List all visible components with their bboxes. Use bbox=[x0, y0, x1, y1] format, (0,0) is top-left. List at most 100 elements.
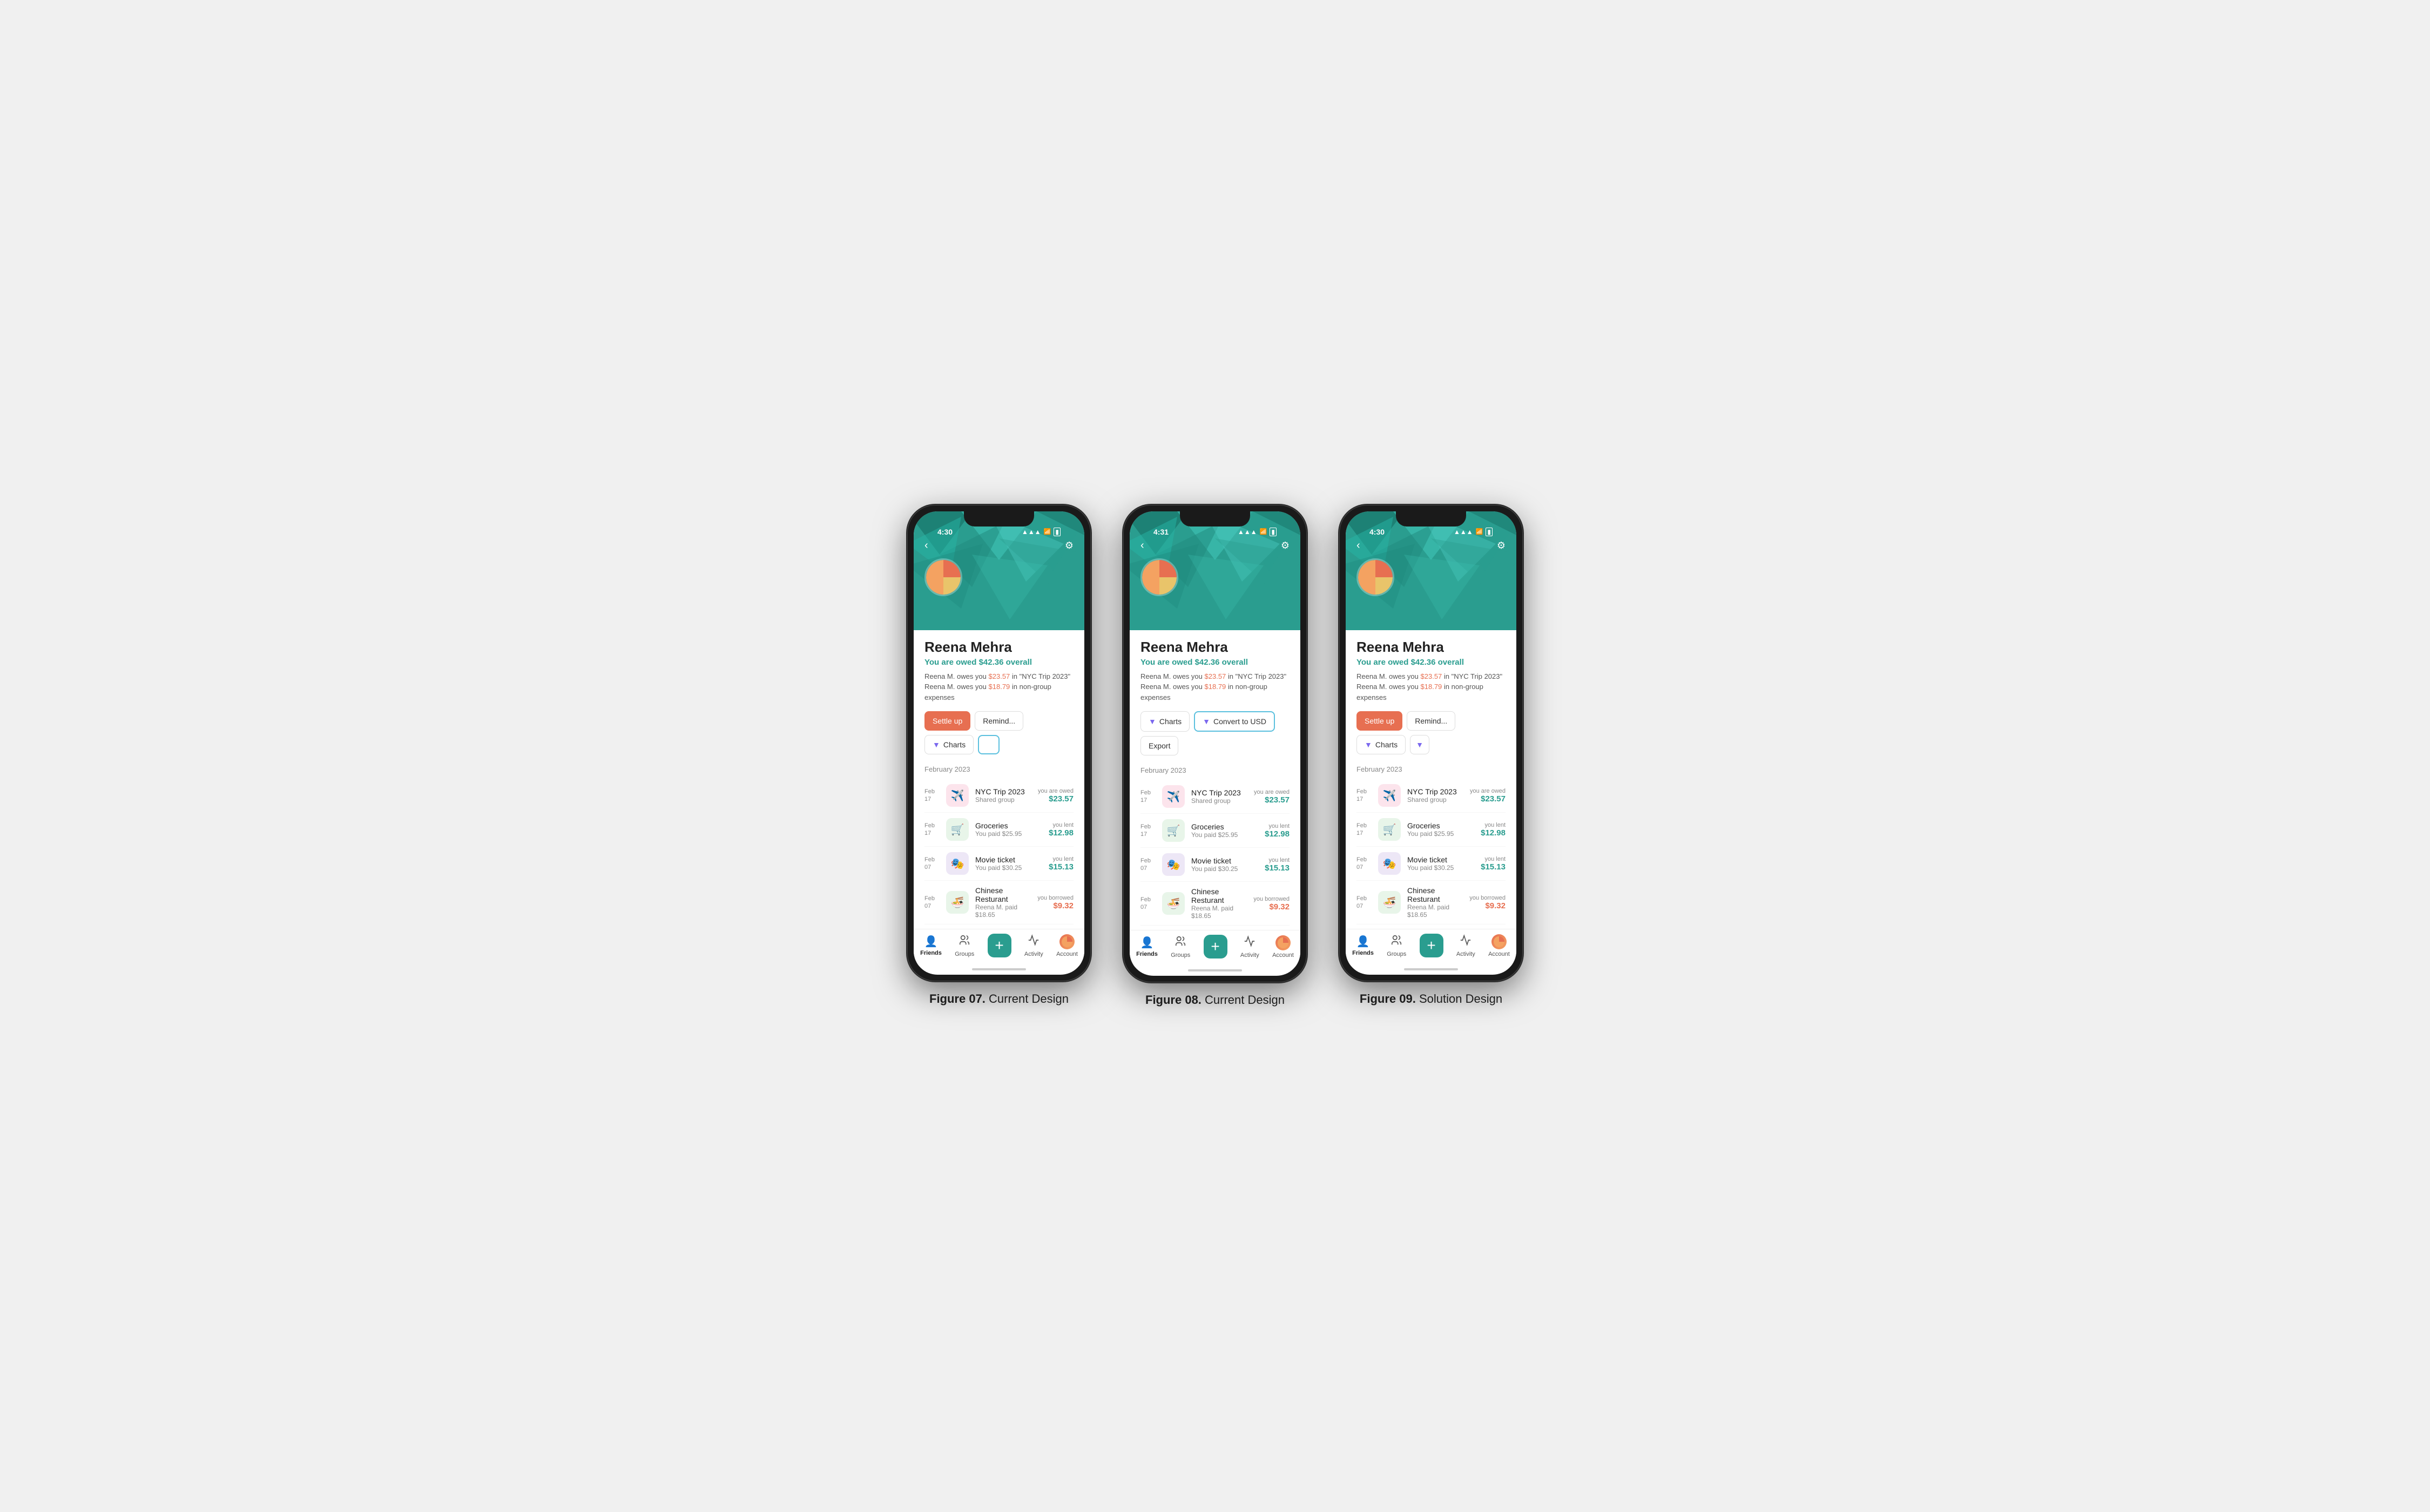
tx-status: you borrowed bbox=[1253, 896, 1290, 902]
action-button-3[interactable]: ▼ bbox=[1410, 735, 1429, 754]
tx-date: Feb07 bbox=[1140, 896, 1156, 912]
phone-notch bbox=[1396, 511, 1466, 526]
back-button[interactable]: ‹ bbox=[924, 539, 928, 552]
nav-item-activity[interactable]: Activity bbox=[1456, 934, 1475, 957]
tx-name: Chinese Resturant bbox=[1407, 886, 1463, 903]
back-button[interactable]: ‹ bbox=[1140, 539, 1144, 552]
nav-item-groups[interactable]: Groups bbox=[955, 934, 974, 957]
action-button-2[interactable]: ▼Charts bbox=[1356, 735, 1406, 754]
nav-label: Groups bbox=[955, 951, 974, 957]
figure-caption: Figure 08. Current Design bbox=[1145, 993, 1285, 1007]
action-button-0[interactable]: Settle up bbox=[924, 711, 970, 731]
tx-info: Movie ticket You paid $30.25 bbox=[1407, 855, 1474, 872]
avatar bbox=[1140, 558, 1178, 596]
tx-info: NYC Trip 2023 Shared group bbox=[975, 787, 1031, 804]
nav-item-activity[interactable]: Activity bbox=[1240, 935, 1259, 959]
avatar-container bbox=[924, 558, 1074, 596]
transaction-item[interactable]: Feb17🛒 Groceries You paid $25.95 you len… bbox=[1140, 814, 1290, 848]
tx-status: you borrowed bbox=[1469, 895, 1506, 901]
nav-add-button[interactable]: + bbox=[988, 934, 1011, 957]
content-area: Reena MehraYou are owed $42.36 overallRe… bbox=[914, 630, 1084, 925]
action-button-1[interactable]: Remind... bbox=[1407, 711, 1455, 731]
transaction-item[interactable]: Feb07🍜 Chinese Resturant Reena M. paid $… bbox=[1356, 881, 1506, 924]
action-button-3[interactable] bbox=[978, 735, 1000, 754]
tx-status: you are owed bbox=[1038, 788, 1074, 794]
tx-name: NYC Trip 2023 bbox=[1191, 788, 1247, 797]
friends-icon: 👤 bbox=[1140, 936, 1154, 949]
caption-text: Solution Design bbox=[1416, 992, 1502, 1005]
tx-amount: you borrowed $9.32 bbox=[1253, 896, 1290, 912]
transaction-item[interactable]: Feb07🍜 Chinese Resturant Reena M. paid $… bbox=[1140, 882, 1290, 926]
nav-item-activity[interactable]: Activity bbox=[1024, 934, 1043, 957]
tx-info: Chinese Resturant Reena M. paid $18.65 bbox=[1407, 886, 1463, 919]
nav-label: Activity bbox=[1456, 951, 1475, 957]
back-button[interactable]: ‹ bbox=[1356, 539, 1360, 552]
battery-icon: ▮ bbox=[1270, 528, 1277, 536]
tx-value: $9.32 bbox=[1253, 902, 1290, 912]
tx-name: Chinese Resturant bbox=[1191, 887, 1247, 905]
nav-item-groups[interactable]: Groups bbox=[1171, 935, 1190, 959]
transaction-item[interactable]: Feb17✈️ NYC Trip 2023 Shared group you a… bbox=[924, 779, 1074, 813]
caption-bold: Figure 09. bbox=[1360, 992, 1416, 1005]
action-button-2[interactable]: Export bbox=[1140, 736, 1178, 755]
tx-icon: 🍜 bbox=[1162, 892, 1185, 915]
settings-button[interactable]: ⚙ bbox=[1281, 540, 1290, 551]
nav-item-friends[interactable]: 👤Friends bbox=[920, 935, 942, 956]
tx-info: Movie ticket You paid $30.25 bbox=[975, 855, 1042, 872]
tx-info: NYC Trip 2023 Shared group bbox=[1191, 788, 1247, 805]
tx-icon: ✈️ bbox=[946, 784, 969, 807]
nav-item-account[interactable]: Account bbox=[1272, 935, 1294, 959]
nav-item-friends[interactable]: 👤Friends bbox=[1136, 936, 1158, 957]
action-button-0[interactable]: ▼Charts bbox=[1140, 711, 1190, 732]
action-button-1[interactable]: ▼Convert to USD bbox=[1194, 711, 1275, 732]
status-time: 4:30 bbox=[1369, 528, 1385, 536]
tx-icon: ✈️ bbox=[1162, 785, 1185, 808]
nav-item-account[interactable]: Account bbox=[1488, 934, 1510, 957]
nav-label: Activity bbox=[1024, 951, 1043, 957]
settings-button[interactable]: ⚙ bbox=[1065, 540, 1074, 551]
tx-value: $23.57 bbox=[1254, 795, 1290, 805]
tx-status: you lent bbox=[1481, 856, 1506, 862]
transaction-item[interactable]: Feb17🛒 Groceries You paid $25.95 you len… bbox=[924, 813, 1074, 847]
tx-sub: Reena M. paid $18.65 bbox=[1407, 903, 1463, 919]
phone-inner: 4:31 ▲▲▲ 📶 ▮ ‹⚙ Reena MehraYou are owed … bbox=[1130, 511, 1300, 976]
nav-add-button[interactable]: + bbox=[1420, 934, 1443, 957]
transaction-list: Feb17 ✈️ NYC Trip 2023 Shared group you a… bbox=[924, 779, 1074, 924]
action-button-1[interactable]: Remind... bbox=[975, 711, 1023, 731]
tx-date: Feb07 bbox=[924, 856, 940, 872]
nav-item-groups[interactable]: Groups bbox=[1387, 934, 1406, 957]
transaction-item[interactable]: Feb07🍜 Chinese Resturant Reena M. paid $… bbox=[924, 881, 1074, 924]
tx-amount: you lent $12.98 bbox=[1049, 822, 1074, 838]
action-button-2[interactable]: ▼Charts bbox=[924, 735, 974, 754]
tx-value: $23.57 bbox=[1470, 794, 1506, 804]
tx-status: you lent bbox=[1049, 822, 1074, 828]
convert-icon: ▼ bbox=[1203, 717, 1210, 726]
tx-date: Feb07 bbox=[1140, 857, 1156, 873]
transaction-item[interactable]: Feb17✈️ NYC Trip 2023 Shared group you a… bbox=[1140, 780, 1290, 814]
status-time: 4:31 bbox=[1153, 528, 1169, 536]
tx-value: $15.13 bbox=[1481, 862, 1506, 872]
phone-inner: 4:30 ▲▲▲ 📶 ▮ ‹⚙ Reena MehraYou are owed … bbox=[1346, 511, 1516, 975]
tx-date: Feb17 bbox=[924, 822, 940, 838]
avatar-container bbox=[1140, 558, 1290, 596]
settings-button[interactable]: ⚙ bbox=[1497, 540, 1506, 551]
tx-name: NYC Trip 2023 bbox=[1407, 787, 1463, 796]
transaction-item[interactable]: Feb07🎭 Movie ticket You paid $30.25 you … bbox=[1356, 847, 1506, 881]
groups-icon bbox=[959, 934, 970, 949]
figure-item-fig09: 4:30 ▲▲▲ 📶 ▮ ‹⚙ Reena MehraYou are owed … bbox=[1339, 505, 1523, 1007]
transaction-item[interactable]: Feb07🎭 Movie ticket You paid $30.25 you … bbox=[924, 847, 1074, 881]
transaction-item[interactable]: Feb17✈️ NYC Trip 2023 Shared group you a… bbox=[1356, 779, 1506, 813]
nav-add-button[interactable]: + bbox=[1204, 935, 1227, 959]
action-button-0[interactable]: Settle up bbox=[1356, 711, 1402, 731]
nav-item-account[interactable]: Account bbox=[1056, 934, 1078, 957]
wifi-icon: 📶 bbox=[1260, 528, 1267, 535]
transaction-item[interactable]: Feb07🎭 Movie ticket You paid $30.25 you … bbox=[1140, 848, 1290, 882]
transaction-item[interactable]: Feb17🛒 Groceries You paid $25.95 you len… bbox=[1356, 813, 1506, 847]
figure-item-fig07: 4:30 ▲▲▲ 📶 ▮ ‹⚙ Reena MehraYou are owed … bbox=[907, 505, 1091, 1007]
signal-icon: ▲▲▲ bbox=[1022, 528, 1041, 536]
nav-label: Account bbox=[1488, 951, 1510, 957]
bottom-nav: 👤Friends Groups + Activity bbox=[914, 929, 1084, 966]
nav-item-friends[interactable]: 👤Friends bbox=[1352, 935, 1374, 956]
tx-status: you are owed bbox=[1470, 788, 1506, 794]
tx-name: Groceries bbox=[1191, 822, 1258, 831]
